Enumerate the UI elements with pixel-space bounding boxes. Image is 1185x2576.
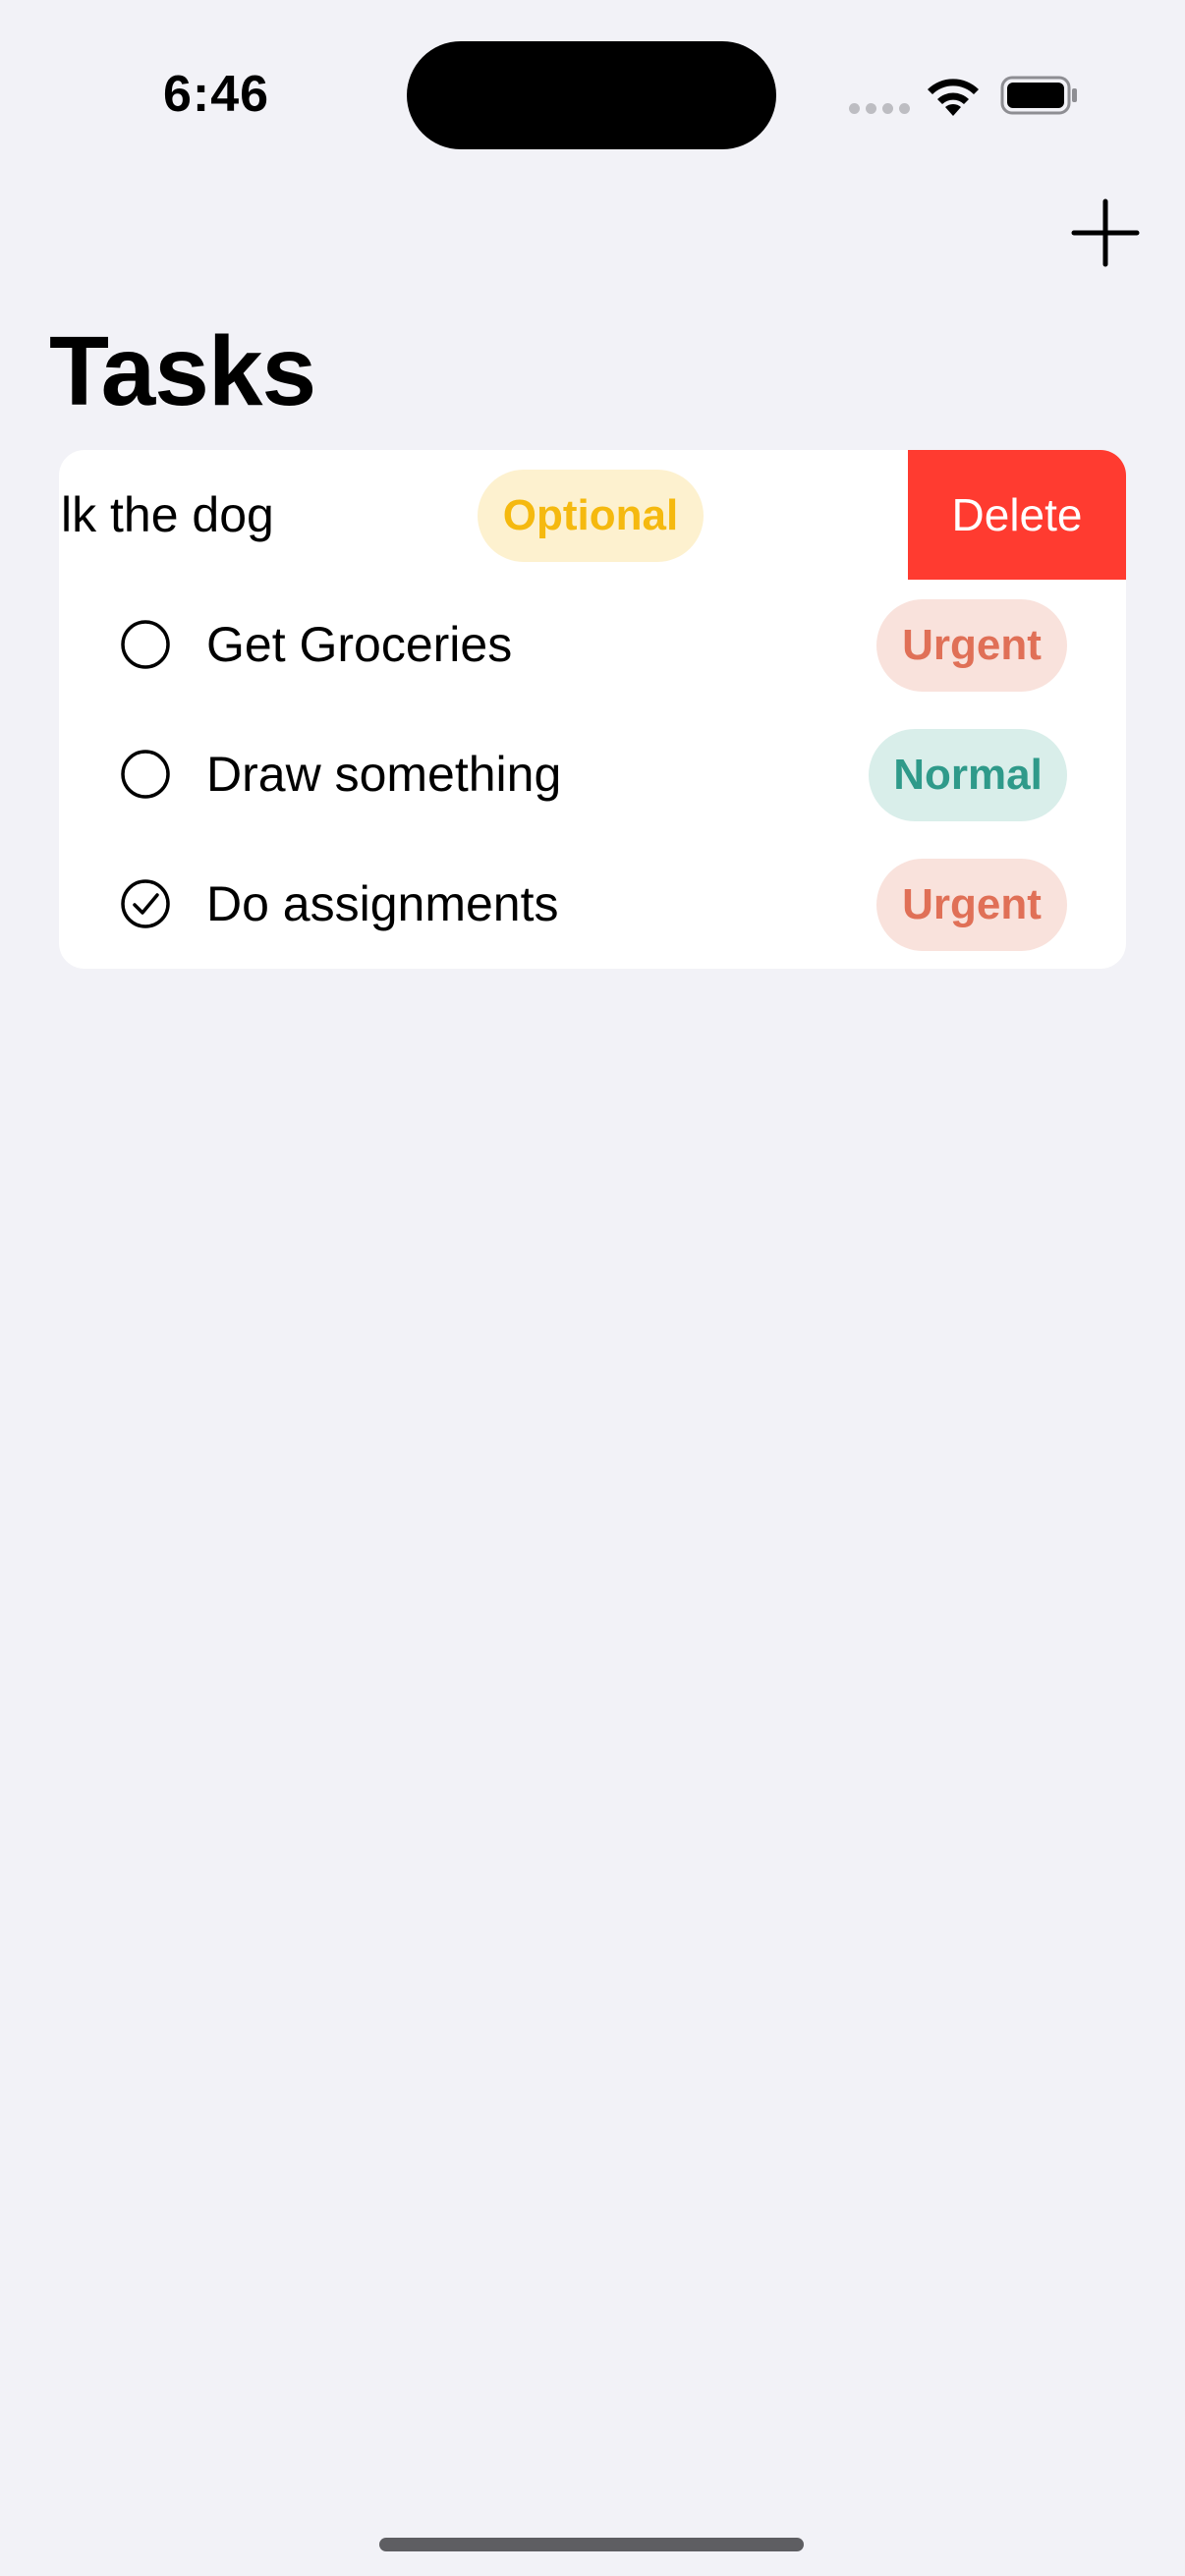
task-row[interactable]: lk the dog Optional Delete — [59, 450, 1126, 580]
status-time: 6:46 — [163, 66, 270, 123]
wifi-icon — [928, 79, 979, 116]
task-row[interactable]: Do assignments Urgent — [59, 839, 1126, 969]
checkbox-checked-icon[interactable] — [120, 878, 171, 929]
dynamic-island — [407, 41, 776, 149]
task-label: lk the dog — [61, 487, 274, 542]
priority-badge-urgent: Urgent — [876, 859, 1067, 951]
checkbox-empty-icon[interactable] — [120, 749, 171, 800]
checkbox-empty-icon[interactable] — [120, 619, 171, 670]
task-list: lk the dog Optional Delete Get Groceries… — [59, 450, 1126, 969]
plus-icon — [1071, 198, 1140, 267]
page-title: Tasks — [49, 316, 316, 426]
cellular-signal-icon — [849, 103, 910, 114]
priority-badge-normal: Normal — [869, 729, 1067, 821]
task-row[interactable]: Get Groceries Urgent — [59, 580, 1126, 709]
task-label: Draw something — [206, 747, 562, 802]
priority-badge-optional: Optional — [478, 470, 704, 562]
priority-badge-urgent: Urgent — [876, 599, 1067, 692]
task-label: Get Groceries — [206, 617, 513, 672]
home-indicator[interactable] — [379, 2538, 804, 2551]
add-task-button[interactable] — [1069, 196, 1142, 269]
task-label: Do assignments — [206, 876, 559, 931]
delete-button[interactable]: Delete — [908, 450, 1126, 580]
task-row[interactable]: Draw something Normal — [59, 709, 1126, 839]
swiped-row-content[interactable]: lk the dog Optional — [59, 450, 981, 580]
battery-icon — [1000, 76, 1077, 115]
